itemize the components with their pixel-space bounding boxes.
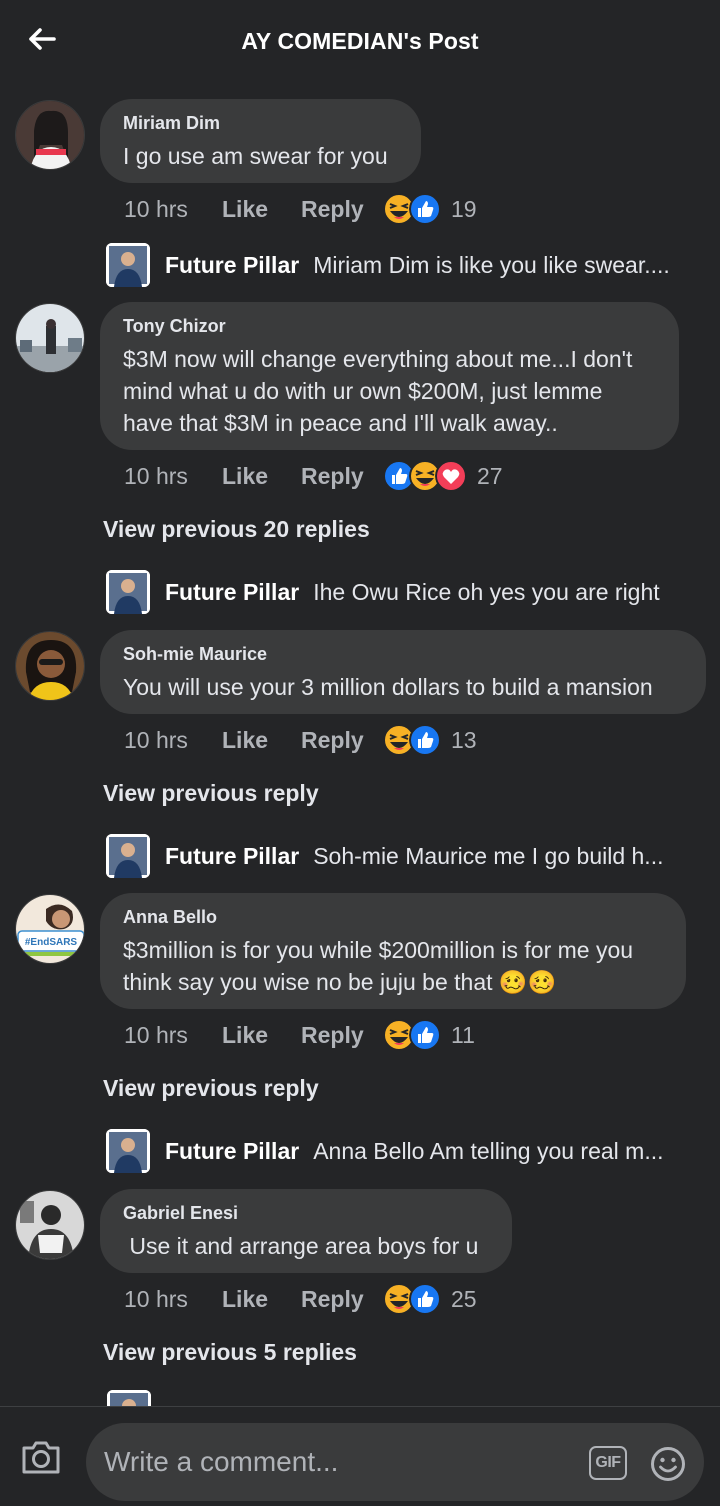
page-title: AY COMEDIAN's Post (241, 28, 479, 54)
reply-text: Miriam Dim is like you like swear.... (313, 251, 670, 278)
reply-button[interactable]: Reply (301, 727, 381, 754)
comment-time: 10 hrs (124, 1021, 188, 1048)
reply-avatar (107, 1390, 151, 1406)
view-previous-replies-link[interactable]: View previous reply (103, 780, 319, 807)
avatar[interactable] (15, 631, 85, 701)
reactions-summary[interactable]: 11 (383, 1019, 475, 1051)
like-button[interactable]: Like (222, 1022, 301, 1049)
reply-button[interactable]: Reply (301, 196, 381, 223)
comment-author[interactable]: Gabriel Enesi (123, 1203, 489, 1224)
comment-actions: 10 hrs Like Reply 19 (124, 192, 477, 226)
view-previous-replies-link[interactable]: View previous 20 replies (103, 516, 370, 543)
comment-author[interactable]: Anna Bello (123, 907, 663, 928)
reaction-count: 13 (451, 726, 477, 753)
reply-preview[interactable]: Future Pillar Anna Bello Am telling you … (106, 1128, 706, 1174)
reply-author[interactable]: Future Pillar (165, 252, 299, 279)
like-icon (409, 1283, 441, 1315)
like-icon (409, 724, 441, 756)
reply-button[interactable]: Reply (301, 1286, 381, 1313)
comment-text: Use it and arrange area boys for u (123, 1233, 479, 1259)
comments-screen: AY COMEDIAN's Post Miriam Dim I go use a… (0, 0, 720, 1506)
avatar[interactable]: #EndSARS (15, 894, 85, 964)
reply-author[interactable]: Future Pillar (165, 579, 299, 606)
comment-time: 10 hrs (124, 462, 188, 489)
reaction-count: 19 (451, 195, 477, 222)
reply-preview[interactable]: Future Pillar Miriam Dim is like you lik… (106, 242, 706, 288)
comment-composer: GIF (0, 1406, 720, 1506)
comment-author[interactable]: Miriam Dim (123, 113, 398, 134)
reply-preview[interactable]: Future Pillar Ihe Owu Rice oh yes you ar… (106, 569, 706, 615)
reply-preview[interactable]: Future Pillar Soh-mie Maurice me I go bu… (106, 833, 706, 879)
reactions-summary[interactable]: 27 (383, 460, 503, 492)
reactions-summary[interactable]: 25 (383, 1283, 477, 1315)
comment-bubble[interactable]: Soh-mie Maurice You will use your 3 mill… (100, 630, 706, 714)
reply-avatar (106, 1129, 150, 1173)
like-button[interactable]: Like (222, 727, 301, 754)
avatar[interactable] (15, 303, 85, 373)
like-button[interactable]: Like (222, 1286, 301, 1313)
view-previous-replies-link[interactable]: View previous 5 replies (103, 1339, 357, 1366)
header: AY COMEDIAN's Post (0, 0, 720, 82)
emoji-icon[interactable] (650, 1446, 686, 1482)
like-icon (409, 193, 441, 225)
comment-text: You will use your 3 million dollars to b… (123, 674, 653, 700)
reply-text: Anna Bello Am telling you real m... (313, 1137, 664, 1164)
gif-button[interactable]: GIF (589, 1446, 627, 1480)
like-button[interactable]: Like (222, 196, 301, 223)
comment-bubble[interactable]: Anna Bello $3million is for you while $2… (100, 893, 686, 1009)
comment-actions: 10 hrs Like Reply 27 (124, 459, 503, 493)
love-icon (435, 460, 467, 492)
reply-avatar (106, 834, 150, 878)
reaction-count: 11 (451, 1021, 475, 1048)
comment-actions: 10 hrs Like Reply 25 (124, 1282, 477, 1316)
camera-icon[interactable] (20, 1437, 62, 1477)
comment-time: 10 hrs (124, 195, 188, 222)
like-button[interactable]: Like (222, 463, 301, 490)
comment-text: $3million is for you while $200million i… (123, 937, 640, 995)
reply-author[interactable]: Future Pillar (165, 843, 299, 870)
avatar[interactable] (15, 1190, 85, 1260)
reactions-summary[interactable]: 13 (383, 724, 477, 756)
comment-actions: 10 hrs Like Reply 11 (124, 1018, 475, 1052)
comment-bubble[interactable]: Gabriel Enesi Use it and arrange area bo… (100, 1189, 512, 1273)
reply-avatar (106, 570, 150, 614)
comment-time: 10 hrs (124, 726, 188, 753)
reaction-count: 25 (451, 1285, 477, 1312)
comment-bubble[interactable]: Tony Chizor $3M now will change everythi… (100, 302, 679, 450)
reply-button[interactable]: Reply (301, 463, 381, 490)
comment-text: $3M now will change everything about me.… (123, 346, 639, 436)
comment-author[interactable]: Soh-mie Maurice (123, 644, 683, 665)
reply-button[interactable]: Reply (301, 1022, 381, 1049)
reaction-count: 27 (477, 462, 503, 489)
avatar[interactable] (15, 100, 85, 170)
view-previous-replies-link[interactable]: View previous reply (103, 1075, 319, 1102)
reply-avatar (106, 243, 150, 287)
comment-time: 10 hrs (124, 1285, 188, 1312)
comment-actions: 10 hrs Like Reply 13 (124, 723, 477, 757)
endsars-badge-text: #EndSARS (25, 937, 78, 948)
reply-text: Soh-mie Maurice me I go build h... (313, 842, 664, 869)
comment-bubble[interactable]: Miriam Dim I go use am swear for you (100, 99, 421, 183)
like-icon (409, 1019, 441, 1051)
comment-author[interactable]: Tony Chizor (123, 316, 656, 337)
reactions-summary[interactable]: 19 (383, 193, 477, 225)
reply-text: Ihe Owu Rice oh yes you are right (313, 578, 660, 605)
reply-author[interactable]: Future Pillar (165, 1138, 299, 1165)
comment-text: I go use am swear for you (123, 143, 388, 169)
